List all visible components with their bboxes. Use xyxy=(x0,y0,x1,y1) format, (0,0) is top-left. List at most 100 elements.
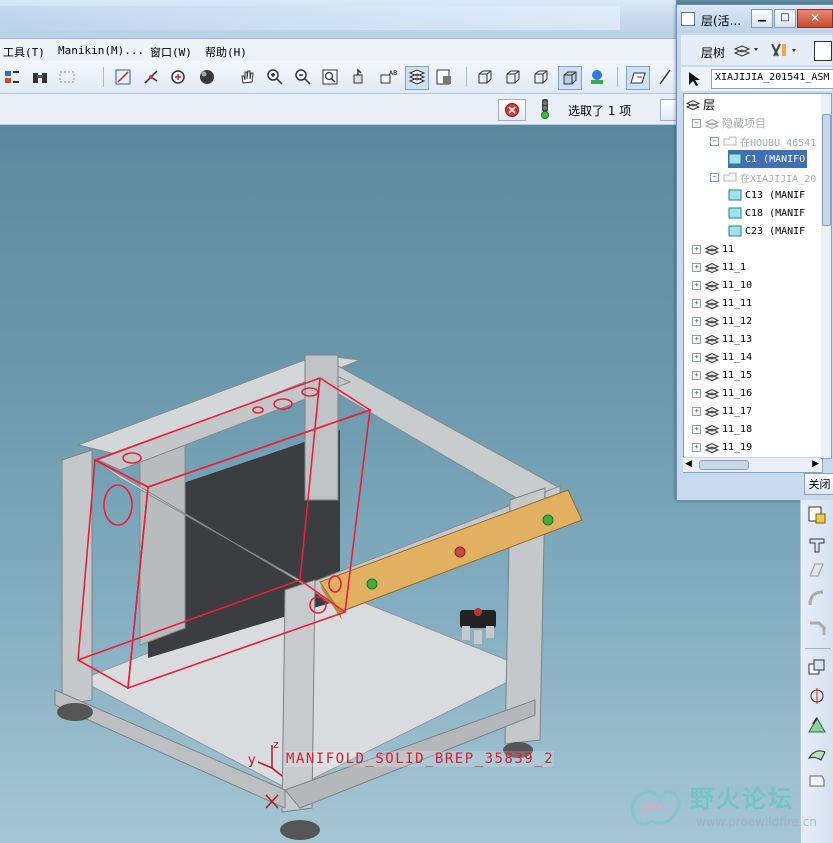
layer-icon xyxy=(704,333,720,346)
layer-name: 11_15 xyxy=(722,369,753,381)
layer-name: 11_12 xyxy=(722,315,753,327)
settings-tools-icon[interactable] xyxy=(769,41,801,59)
axis-pattern-icon[interactable] xyxy=(807,686,829,708)
forum-logo-icon xyxy=(630,790,681,826)
tree-root[interactable]: 层 xyxy=(685,95,715,113)
layers-icon[interactable] xyxy=(405,66,429,90)
shading-icon[interactable] xyxy=(558,66,582,90)
expand-icon[interactable]: + xyxy=(692,262,701,272)
layer-close-button[interactable]: 关闭 xyxy=(804,473,833,495)
expand-icon[interactable]: + xyxy=(692,334,701,344)
layer-name: 11_18 xyxy=(722,423,753,435)
saved-views-icon[interactable]: AB xyxy=(377,66,399,88)
stop-button[interactable] xyxy=(498,99,526,121)
menu-window[interactable]: 窗口(W) xyxy=(150,44,192,60)
sweep-icon[interactable] xyxy=(807,560,829,582)
tree-group-xiajijia[interactable]: − 在XIAJIJIA_20 xyxy=(710,168,816,186)
layer-icon xyxy=(704,315,720,328)
tree-group-houbu[interactable]: − 在HOUBU_46541 xyxy=(710,132,816,150)
extrude-t-icon[interactable] xyxy=(807,535,829,557)
expand-icon[interactable]: + xyxy=(692,388,701,398)
tree-hidden-items[interactable]: − 隐藏项目 xyxy=(692,114,766,132)
spin-center-icon[interactable] xyxy=(167,66,189,88)
hidden-line-icon[interactable] xyxy=(502,66,524,88)
tree-horizontal-scrollbar[interactable]: ◀ ▶ xyxy=(683,457,821,472)
layer-name: 11_17 xyxy=(722,405,753,417)
expand-icon[interactable]: + xyxy=(692,370,701,380)
insert-component-icon[interactable] xyxy=(807,505,829,527)
regenerate-icon[interactable] xyxy=(1,66,23,88)
tree-layer-item[interactable]: +11 xyxy=(692,240,734,258)
appearance-icon[interactable] xyxy=(586,66,608,88)
right-feature-toolbar xyxy=(800,500,833,843)
show-panel-icon[interactable] xyxy=(814,41,832,61)
tree-layer-item[interactable]: +11_17 xyxy=(692,402,752,420)
filter-dropdown[interactable] xyxy=(660,99,677,121)
note-icon[interactable] xyxy=(807,772,829,794)
zoom-in-icon[interactable] xyxy=(264,66,286,88)
layer-name: 11_14 xyxy=(722,351,753,363)
expand-icon[interactable]: + xyxy=(692,442,701,452)
datum-plane-icon[interactable] xyxy=(626,66,650,90)
tree-layer-item[interactable]: +11_11 xyxy=(692,294,752,312)
expand-icon[interactable]: + xyxy=(692,424,701,434)
tree-layer-item[interactable]: +11_13 xyxy=(692,330,752,348)
layers-dropdown-icon[interactable] xyxy=(733,42,763,58)
expand-icon[interactable]: + xyxy=(692,280,701,290)
layer-name: 11_1 xyxy=(722,261,747,273)
maximize-button[interactable]: □ xyxy=(774,9,796,28)
menu-manikin[interactable]: Manikin(M)... xyxy=(58,44,144,57)
tree-layer-item[interactable]: +11_1 xyxy=(692,258,746,276)
expand-icon[interactable]: + xyxy=(692,316,701,326)
menu-tools[interactable]: 工具(T) xyxy=(3,44,45,60)
sketch-icon[interactable] xyxy=(112,66,134,88)
svg-text:AB: AB xyxy=(389,70,397,77)
tree-layer-item[interactable]: +11_14 xyxy=(692,348,752,366)
close-window-button[interactable]: ✕ xyxy=(797,9,833,28)
expand-icon[interactable]: + xyxy=(692,244,701,254)
tree-item-c18[interactable]: C18 (MANIF xyxy=(728,204,805,222)
binoculars-icon[interactable] xyxy=(29,66,51,88)
view-manager-icon[interactable] xyxy=(433,66,455,88)
layer-window-toolbar: 层树 xyxy=(681,35,832,65)
wireframe-icon[interactable] xyxy=(474,66,496,88)
minimize-button[interactable]: ▁ xyxy=(751,9,773,28)
tree-layer-item[interactable]: +11_18 xyxy=(692,420,752,438)
datum-axis-icon[interactable] xyxy=(140,66,162,88)
no-hidden-icon[interactable] xyxy=(530,66,552,88)
arrow-cursor-icon xyxy=(687,71,701,87)
chamfer-icon[interactable] xyxy=(807,618,829,640)
round-icon[interactable] xyxy=(807,588,829,610)
tree-vertical-scrollbar[interactable] xyxy=(821,93,832,459)
datum-axis-toggle-icon[interactable] xyxy=(654,66,676,88)
menu-help[interactable]: 帮助(H) xyxy=(205,44,247,60)
draft-icon[interactable] xyxy=(807,714,829,736)
expand-icon[interactable]: + xyxy=(692,352,701,362)
tree-layer-item[interactable]: +11_19 xyxy=(692,438,752,456)
expand-icon[interactable]: + xyxy=(692,298,701,308)
layer-tree-tab[interactable]: 层树 xyxy=(701,44,725,61)
surface-icon[interactable] xyxy=(807,744,829,766)
pan-hand-icon[interactable] xyxy=(236,66,258,88)
layer-icon xyxy=(704,441,720,454)
tree-layer-item[interactable]: +11_15 xyxy=(692,366,752,384)
tree-layer-item[interactable]: +11_10 xyxy=(692,276,752,294)
tree-layer-item[interactable]: +11_12 xyxy=(692,312,752,330)
tree-item-c13[interactable]: C13 (MANIF xyxy=(728,186,805,204)
zoom-out-icon[interactable] xyxy=(292,66,314,88)
expand-icon[interactable]: + xyxy=(692,406,701,416)
axis-y-label: y xyxy=(248,753,256,768)
select-box-icon[interactable] xyxy=(56,66,78,88)
model-selector[interactable]: XIAJIJIA_201541_ASM xyxy=(681,67,833,91)
shading-sphere-icon[interactable] xyxy=(196,66,218,88)
refit-icon[interactable] xyxy=(319,66,341,88)
layer-icon xyxy=(704,243,720,256)
layer-icon xyxy=(704,279,720,292)
layer-name: 11_10 xyxy=(722,279,753,291)
layer-name: 11 xyxy=(722,243,735,255)
tree-layer-item[interactable]: +11_16 xyxy=(692,384,752,402)
tree-item-c23[interactable]: C23 (MANIF xyxy=(728,222,805,240)
reorient-icon[interactable] xyxy=(348,66,370,88)
tree-item-c1[interactable]: C1 (MANIFO xyxy=(728,150,808,168)
copy-icon[interactable] xyxy=(807,658,829,680)
